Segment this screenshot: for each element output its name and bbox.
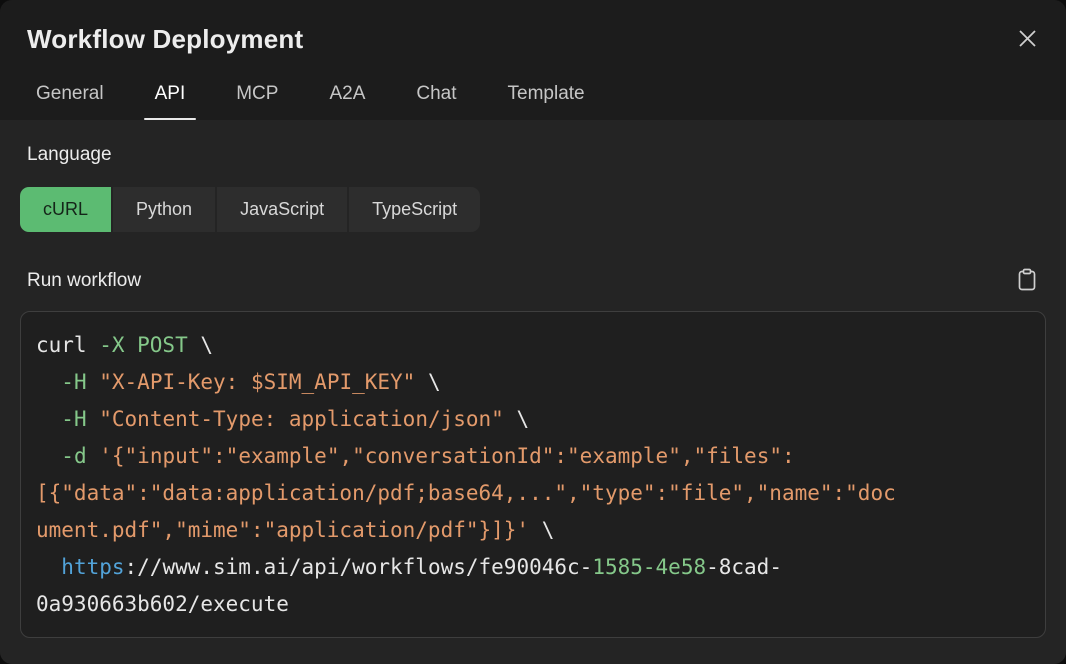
close-icon xyxy=(1017,28,1038,52)
code-token: 0a930663b602/execute xyxy=(36,592,289,616)
code-token: -H xyxy=(61,407,86,431)
code-token xyxy=(36,370,61,394)
code-token xyxy=(87,370,100,394)
tab-general[interactable]: General xyxy=(30,82,110,120)
tab-chat[interactable]: Chat xyxy=(410,82,462,120)
tab-bar: General API MCP A2A Chat Template xyxy=(27,82,1040,120)
code-token: curl xyxy=(36,333,99,357)
code-token: 1585-4e58 xyxy=(592,555,706,579)
code-token: -H xyxy=(61,370,86,394)
code-token: [{"data":"data:application/pdf;base64,..… xyxy=(36,481,896,505)
code-line: curl -X POST \ xyxy=(36,327,1030,364)
language-option-javascript[interactable]: JavaScript xyxy=(217,187,347,232)
language-option-typescript[interactable]: TypeScript xyxy=(349,187,480,232)
tab-a2a[interactable]: A2A xyxy=(323,82,371,120)
code-token: -8cad- xyxy=(706,555,782,579)
copy-button[interactable] xyxy=(1017,268,1037,294)
code-token: \ xyxy=(504,407,529,431)
code-token: -X POST xyxy=(99,333,188,357)
language-option-curl[interactable]: cURL xyxy=(20,187,111,232)
language-label: Language xyxy=(27,144,1046,166)
code-token: \ xyxy=(529,518,554,542)
code-line: [{"data":"data:application/pdf;base64,..… xyxy=(36,475,1030,512)
code-block: curl -X POST \ -H "X-API-Key: $SIM_API_K… xyxy=(20,311,1046,638)
code-line: -H "X-API-Key: $SIM_API_KEY" \ xyxy=(36,364,1030,401)
code-token: '{"input":"example","conversationId":"ex… xyxy=(99,444,794,468)
code-token: "Content-Type: application/json" xyxy=(99,407,504,431)
close-button[interactable] xyxy=(1015,26,1040,54)
workflow-deployment-modal: Workflow Deployment General API MCP A2A … xyxy=(0,0,1066,664)
tab-template[interactable]: Template xyxy=(502,82,591,120)
code-token xyxy=(36,407,61,431)
api-tab-panel: Language cURL Python JavaScript TypeScri… xyxy=(0,120,1066,664)
code-line: 0a930663b602/execute xyxy=(36,586,1030,623)
code-token: ument.pdf","mime":"application/pdf"}]}' xyxy=(36,518,529,542)
code-token: ://www.sim.ai/api/workflows/fe90046c- xyxy=(125,555,593,579)
tab-api[interactable]: API xyxy=(149,82,192,120)
code-line: ument.pdf","mime":"application/pdf"}]}' … xyxy=(36,512,1030,549)
tab-mcp[interactable]: MCP xyxy=(230,82,284,120)
code-token: \ xyxy=(188,333,213,357)
page-title: Workflow Deployment xyxy=(27,24,303,55)
code-token: -d xyxy=(61,444,86,468)
code-line: -d '{"input":"example","conversationId":… xyxy=(36,438,1030,475)
code-line: https://www.sim.ai/api/workflows/fe90046… xyxy=(36,549,1030,586)
code-token: \ xyxy=(415,370,440,394)
code-token: "X-API-Key: $SIM_API_KEY" xyxy=(99,370,415,394)
language-selector: cURL Python JavaScript TypeScript xyxy=(20,187,480,232)
run-workflow-label: Run workflow xyxy=(27,270,141,292)
code-token xyxy=(87,407,100,431)
code-token xyxy=(36,444,61,468)
code-line: -H "Content-Type: application/json" \ xyxy=(36,401,1030,438)
modal-header: Workflow Deployment General API MCP A2A … xyxy=(0,0,1066,120)
code-token xyxy=(87,444,100,468)
language-option-python[interactable]: Python xyxy=(113,187,215,232)
clipboard-icon xyxy=(1017,268,1037,294)
code-token: https xyxy=(61,555,124,579)
code-token xyxy=(36,555,61,579)
